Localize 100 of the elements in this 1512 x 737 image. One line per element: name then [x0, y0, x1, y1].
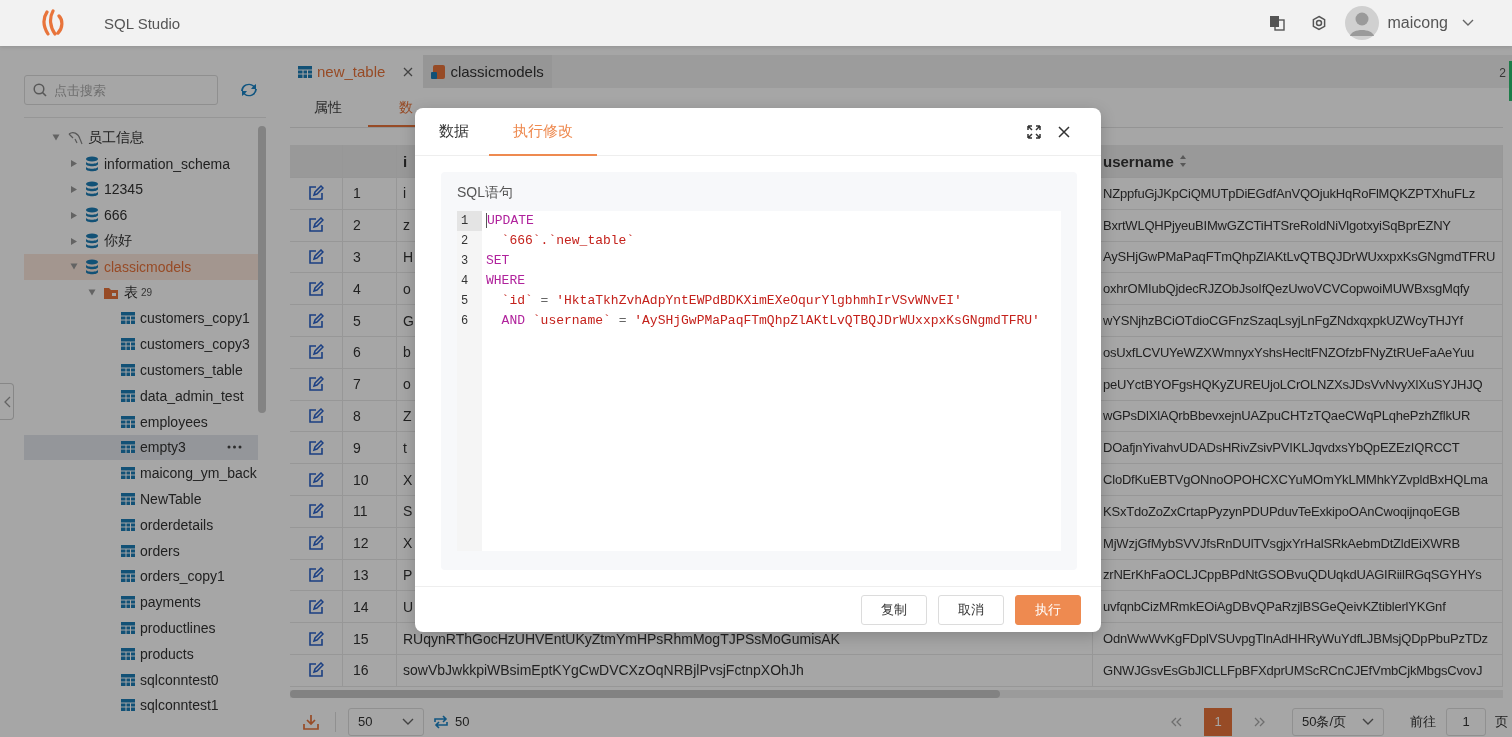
sort-icon[interactable]	[1178, 155, 1187, 167]
edit-icon[interactable]	[308, 662, 324, 679]
translate-icon[interactable]	[1268, 15, 1285, 31]
page-input[interactable]: 1	[1446, 707, 1486, 736]
connection-icon	[67, 129, 83, 146]
row-number: 4	[343, 273, 397, 305]
table-icon	[121, 569, 135, 584]
caret-icon[interactable]	[70, 185, 78, 194]
text-cursor	[486, 213, 487, 229]
row-number: 10	[343, 464, 397, 495]
table-icon	[121, 466, 135, 481]
row-number: 15	[343, 623, 397, 654]
edit-icon[interactable]	[308, 535, 324, 552]
fullscreen-icon[interactable]	[1027, 124, 1041, 139]
tree-item[interactable]: 员工信息	[24, 125, 258, 151]
scrollbar[interactable]	[258, 126, 266, 413]
caret-icon[interactable]	[87, 288, 97, 297]
tree-item[interactable]: orders	[24, 537, 258, 564]
code-editor[interactable]: 1 2 3 4 5 6 UPDATE `666`.`new_table` SET WHERE `id` = 'HktaTkhZvhAdpYntEWPdBDKXimEXeOqurYlgbhmhIrVSvWNvEI' AND `username` = 'AySHjGwPMaPaqFTmQhpZlAKtLvQTBQJDrWUxxpxKsGNgmdTFRU'	[457, 211, 1061, 551]
close-icon[interactable]	[1058, 125, 1070, 138]
chevron-down-icon[interactable]	[1462, 19, 1474, 27]
edge-marker	[1509, 61, 1512, 101]
edit-icon[interactable]	[308, 407, 324, 424]
page-size-select[interactable]: 50条/页	[1292, 707, 1384, 736]
tree-item[interactable]: customers_copy1	[24, 305, 258, 332]
row-number: 9	[343, 432, 397, 464]
search-icon	[33, 83, 47, 97]
select-value: 50条/页	[1302, 712, 1347, 731]
line-number: 3	[460, 253, 470, 270]
tree-item[interactable]: empty3	[24, 434, 258, 461]
table-icon	[121, 492, 135, 507]
edit-icon[interactable]	[308, 185, 324, 202]
caret-icon[interactable]	[70, 159, 78, 169]
tree-item[interactable]: sqlconntest0	[24, 666, 258, 693]
column-header[interactable]: username	[1103, 152, 1174, 170]
tree-item[interactable]: products	[24, 640, 258, 667]
line-number: 2	[460, 233, 470, 250]
view-tab[interactable]: 属性	[290, 88, 366, 127]
user-name[interactable]: maicong	[1387, 14, 1448, 32]
collapse-handle[interactable]	[0, 383, 14, 420]
tree-item[interactable]: customers_table	[24, 357, 258, 383]
line-number: 6	[460, 313, 470, 330]
tree-item[interactable]: 你好	[24, 228, 258, 254]
edit-icon[interactable]	[308, 503, 324, 520]
caret-icon[interactable]	[51, 133, 61, 142]
tree-item[interactable]: employees	[24, 408, 258, 435]
table-icon	[121, 595, 135, 610]
caret-icon[interactable]	[70, 236, 78, 246]
tree-item[interactable]: payments	[24, 589, 258, 616]
table-icon	[121, 414, 135, 429]
edit-icon[interactable]	[308, 280, 324, 297]
tree-item[interactable]: orderdetails	[24, 511, 258, 538]
tree-item[interactable]: NewTable	[24, 486, 258, 512]
line-number: 4	[460, 273, 470, 290]
tree-item[interactable]: orders_copy1	[24, 563, 258, 590]
edit-icon[interactable]	[308, 566, 324, 583]
tree-item[interactable]: information_schema	[24, 150, 258, 177]
edit-icon[interactable]	[308, 376, 324, 393]
tree-item[interactable]: maicong_ym_back	[24, 460, 258, 487]
more-icon[interactable]	[227, 445, 242, 450]
edit-icon[interactable]	[308, 598, 324, 615]
tree-item[interactable]: 12345	[24, 176, 258, 203]
edit-icon[interactable]	[308, 217, 324, 234]
tree-item[interactable]: data_admin_test	[24, 382, 258, 409]
settings-icon[interactable]	[1310, 15, 1327, 31]
avatar-icon[interactable]	[1344, 6, 1379, 40]
database-icon	[85, 233, 99, 250]
row-number: 13	[343, 559, 397, 591]
table-icon	[121, 646, 135, 661]
refresh-icon[interactable]	[433, 713, 449, 730]
page-size-select[interactable]: 50	[348, 707, 424, 736]
section-title: SQL语句	[457, 184, 514, 202]
column-header[interactable]: i	[403, 152, 408, 170]
tree-item[interactable]: 表 29	[24, 279, 258, 306]
refresh-icon[interactable]	[240, 82, 258, 98]
edit-icon[interactable]	[308, 312, 324, 329]
edit-icon[interactable]	[308, 344, 324, 361]
scrollbar-thumb[interactable]	[290, 689, 1000, 698]
table-icon	[121, 672, 135, 687]
horizontal-scrollbar[interactable]	[290, 689, 1503, 698]
row-number: 7	[343, 368, 397, 400]
row-count: 50	[455, 714, 470, 730]
code-line: SET	[486, 253, 510, 268]
edit-icon[interactable]	[308, 439, 324, 456]
goto-suffix: 页	[1495, 712, 1508, 731]
download-icon[interactable]	[303, 713, 319, 730]
app-title: SQL Studio	[104, 14, 181, 32]
edit-icon[interactable]	[308, 249, 324, 265]
edit-icon[interactable]	[308, 471, 324, 488]
dialog-button[interactable]: 取消	[938, 594, 1004, 625]
dialog-button[interactable]: 复制	[861, 594, 927, 625]
tree-item[interactable]: sqlconntest1	[24, 692, 258, 719]
tree-item[interactable]: productlines	[24, 615, 258, 641]
caret-icon[interactable]	[70, 210, 78, 220]
editor-tab[interactable]: classicmodels	[423, 55, 552, 88]
tree-item[interactable]: 666	[24, 202, 258, 229]
edit-icon[interactable]	[308, 630, 324, 647]
code-line: `id` = 'HktaTkhZvhAdpYntEWPdBDKXimEXeOqurYlgbhmhIrVSvWNvEI'	[500, 293, 962, 308]
table-icon	[121, 388, 135, 403]
tree-item[interactable]: customers_copy3	[24, 331, 258, 358]
